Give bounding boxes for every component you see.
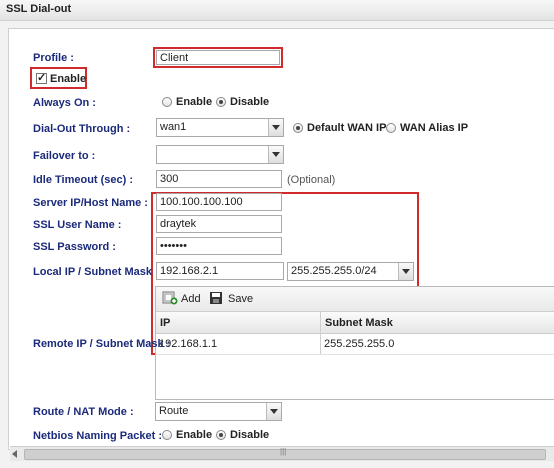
route-nat-label: Route / NAT Mode : [33, 406, 134, 418]
dial-out-label: Dial-Out Through : [33, 123, 131, 135]
scrollbar-thumb[interactable]: ||| [24, 447, 546, 460]
default-wan-ip-radio[interactable] [293, 123, 303, 133]
route-nat-select[interactable]: Route [155, 402, 282, 421]
always-on-disable-radio[interactable] [216, 97, 226, 107]
add-button[interactable]: Add [181, 293, 201, 305]
local-ip-value: 192.168.2.1 [160, 265, 219, 277]
enable-label: Enable [50, 73, 87, 85]
save-button[interactable]: Save [228, 293, 253, 305]
enable-checkbox[interactable] [36, 71, 47, 84]
default-wan-ip-label: Default WAN IP [307, 122, 387, 134]
ssl-user-value: draytek [160, 218, 197, 230]
ssl-password-value: ••••••• [160, 240, 187, 252]
local-mask-value: 255.255.255.0/24 [291, 265, 377, 277]
route-nat-value: Route [159, 405, 189, 417]
server-value: 100.100.100.100 [160, 196, 243, 208]
col-ip: IP [160, 317, 171, 329]
local-ip-label: Local IP / Subnet Mask : [33, 266, 159, 278]
server-input[interactable]: 100.100.100.100 [156, 193, 282, 211]
row-mask: 255.255.255.0 [324, 338, 395, 350]
chevron-down-icon [268, 146, 283, 163]
wan-alias-ip-radio[interactable] [386, 123, 396, 133]
table-row[interactable]: 192.168.1.1 255.255.255.0 [156, 334, 554, 355]
netbios-disable-label: Disable [230, 429, 270, 441]
ssl-password-input[interactable]: ••••••• [156, 237, 282, 255]
ssl-user-input[interactable]: draytek [156, 215, 282, 233]
idle-timeout-value: 300 [160, 173, 179, 185]
netbios-enable-radio[interactable] [162, 430, 172, 440]
grip-icon: ||| [280, 447, 287, 456]
wan-alias-ip-label: WAN Alias IP [400, 122, 469, 134]
always-on-disable-label: Disable [230, 96, 270, 108]
chevron-down-icon [268, 119, 283, 136]
idle-timeout-label: Idle Timeout (sec) : [33, 174, 134, 186]
failover-select[interactable] [156, 145, 284, 164]
server-label: Server IP/Host Name : [33, 197, 148, 209]
always-on-label: Always On : [33, 97, 96, 109]
save-icon[interactable] [209, 291, 223, 305]
netbios-enable-label: Enable [176, 429, 213, 441]
chevron-down-icon [266, 403, 281, 420]
netbios-disable-radio[interactable] [216, 430, 226, 440]
scroll-left-icon[interactable] [12, 450, 17, 458]
always-on-enable-label: Enable [176, 96, 213, 108]
netbios-label: Netbios Naming Packet : [33, 430, 162, 442]
idle-timeout-hint: (Optional) [287, 174, 336, 186]
add-icon[interactable] [162, 291, 178, 305]
dial-out-value: wan1 [160, 121, 187, 133]
failover-label: Failover to : [33, 150, 96, 162]
remote-ip-label: Remote IP / Subnet Mask : [33, 338, 171, 350]
horizontal-scrollbar[interactable]: ||| [10, 446, 554, 461]
ssl-user-label: SSL User Name : [33, 219, 122, 231]
ssl-password-label: SSL Password : [33, 241, 116, 253]
local-ip-input[interactable]: 192.168.2.1 [156, 262, 284, 280]
always-on-enable-radio[interactable] [162, 97, 172, 107]
window-title: SSL Dial-out [6, 3, 72, 15]
window-titlebar: SSL Dial-out [0, 0, 554, 21]
profile-value: Client [160, 52, 189, 64]
profile-input[interactable]: Client [156, 50, 280, 65]
local-mask-select[interactable]: 255.255.255.0/24 [287, 262, 414, 281]
col-subnet-mask: Subnet Mask [325, 317, 393, 329]
chevron-down-icon [398, 263, 413, 280]
idle-timeout-input[interactable]: 300 [156, 170, 282, 188]
dial-out-select[interactable]: wan1 [156, 118, 284, 137]
profile-label: Profile : [33, 52, 74, 64]
